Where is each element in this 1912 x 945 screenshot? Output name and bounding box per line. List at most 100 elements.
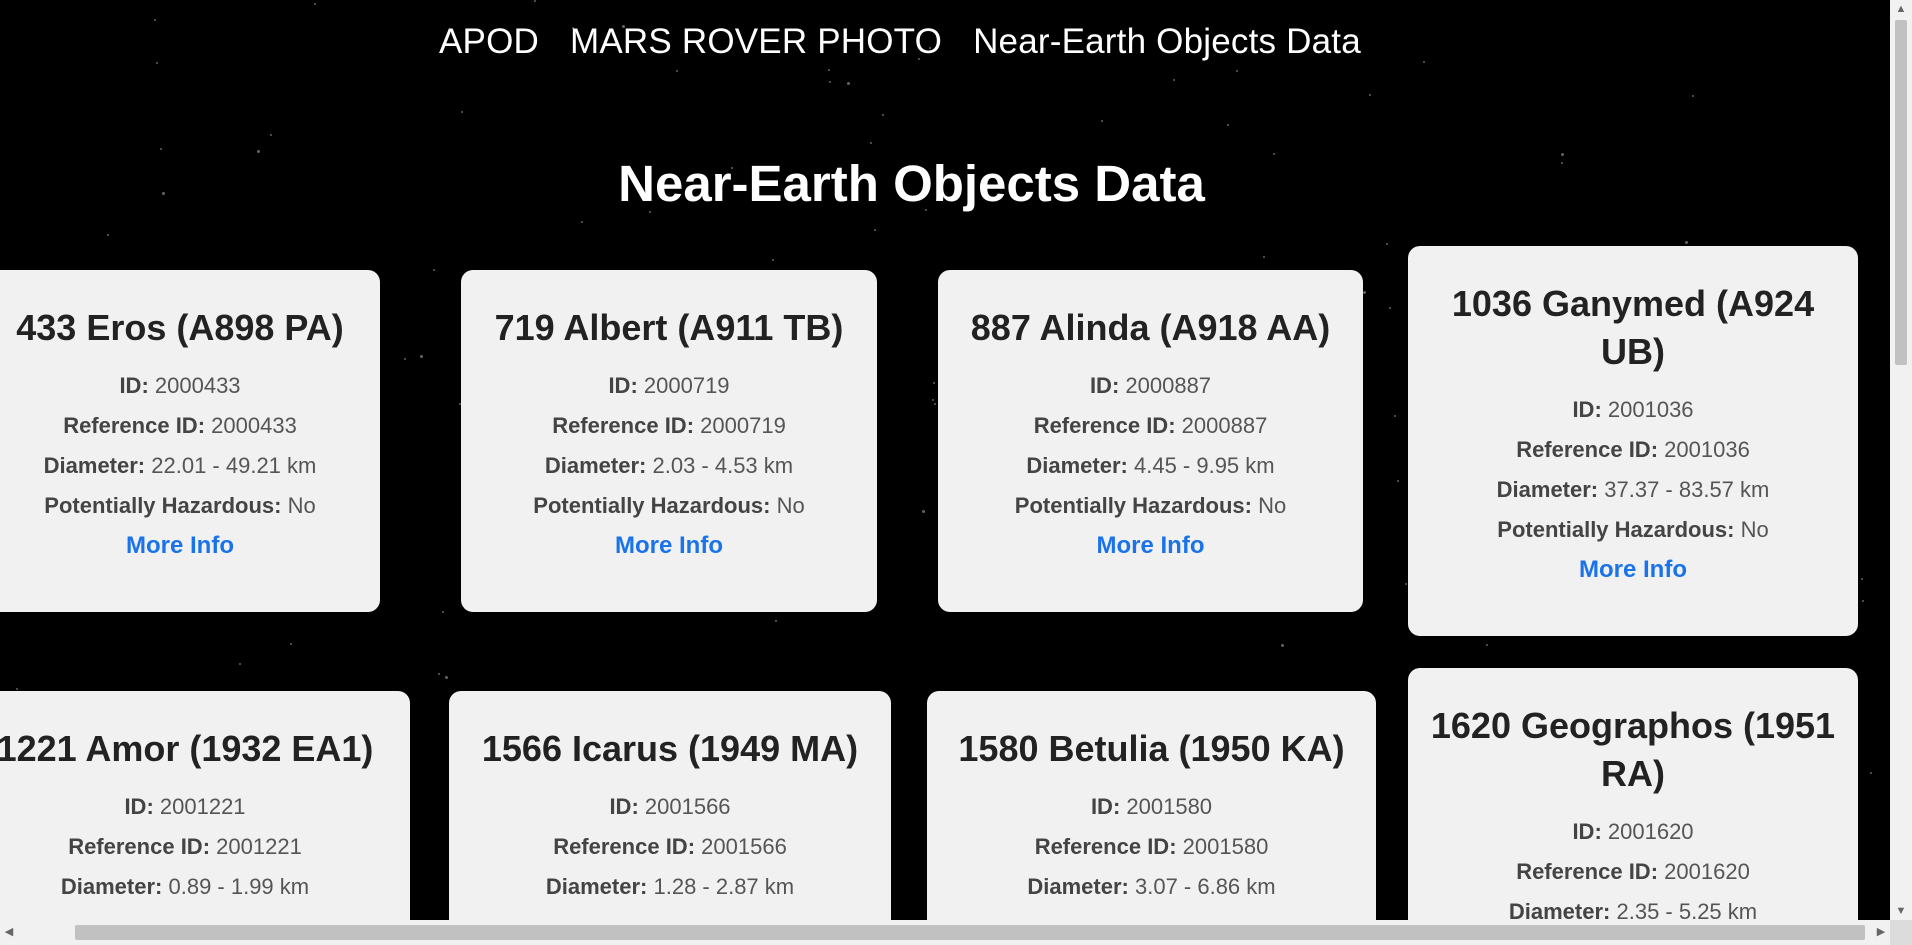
reference-id-row: Reference ID: 2000433 [0,406,362,446]
hazardous-row: Potentially Hazardous: No [1426,510,1840,550]
diameter-label: Diameter: [545,874,648,899]
star-dot [1173,78,1176,81]
diameter-label: Diameter: [1496,477,1599,502]
hazardous-row: Potentially Hazardous: No [479,486,859,526]
reference-id-label: Reference ID: [1034,834,1177,859]
hazardous-label: Potentially Hazardous: [44,493,282,518]
hazardous-label: Potentially Hazardous: [1497,517,1735,542]
star-dot [239,662,242,665]
nav-link-apod[interactable]: APOD [439,22,539,62]
reference-id-row: Reference ID: 2001221 [0,827,392,867]
neo-card: 1221 Amor (1932 EA1) ID: 2001221 Referen… [0,691,410,920]
star-dot [1684,240,1688,244]
more-info-link[interactable]: More Info [615,532,723,560]
star-dot [419,354,423,358]
reference-id-label: Reference ID: [553,834,696,859]
reference-id-row: Reference ID: 2000887 [956,406,1345,446]
nav-link-neo-data[interactable]: Near-Earth Objects Data [973,22,1361,62]
more-info-link[interactable]: More Info [1579,556,1687,584]
star-dot [772,258,775,261]
hazardous-label: Potentially Hazardous: [533,493,771,518]
hazardous-value: No [776,493,805,518]
star-dot [159,148,162,151]
hazardous-row: Potentially Hazardous: No [0,486,362,526]
diameter-row: Diameter: 4.45 - 9.95 km [956,446,1345,486]
star-dot [1368,93,1371,96]
reference-id-value: 2001221 [216,834,302,859]
id-row: ID: 2001620 [1426,812,1840,852]
id-value: 2001221 [159,794,246,819]
neo-card: 433 Eros (A898 PA) ID: 2000433 Reference… [0,270,380,612]
star-dot [932,399,935,402]
reference-id-value: 2000719 [700,413,786,438]
diameter-row: Diameter: 2.35 - 5.25 km [1426,892,1840,920]
star-dot [1227,123,1230,126]
star-dot [869,142,872,145]
neo-card: 887 Alinda (A918 AA) ID: 2000887 Referen… [938,270,1363,612]
star-dot [1386,242,1388,245]
star-dot [580,220,583,223]
top-nav: APOD MARS ROVER PHOTO Near-Earth Objects… [439,22,1361,62]
id-row: ID: 2000887 [956,366,1345,406]
star-dot [314,2,317,5]
star-dot [1235,69,1238,72]
diameter-label: Diameter: [60,874,163,899]
id-row: ID: 2000433 [0,366,362,406]
star-dot [881,113,884,116]
diameter-row: Diameter: 22.01 - 49.21 km [0,446,362,486]
scroll-right-arrow-icon[interactable]: ▶ [1872,920,1890,945]
vertical-scrollbar-thumb[interactable] [1895,20,1907,365]
reference-id-label: Reference ID: [1033,413,1176,438]
id-label: ID: [608,373,638,398]
star-dot [437,673,440,676]
id-label: ID: [1089,373,1120,398]
id-label: ID: [1572,819,1602,844]
diameter-row: Diameter: 3.07 - 6.86 km [945,867,1358,907]
id-value: 2001036 [1607,397,1694,422]
horizontal-scrollbar-thumb[interactable] [75,925,1865,940]
star-dot [1870,772,1873,774]
scroll-left-arrow-icon[interactable]: ◀ [0,920,18,945]
reference-id-row: Reference ID: 2000719 [479,406,859,446]
scroll-down-arrow-icon[interactable]: ▼ [1890,902,1912,920]
star-dot [846,82,850,86]
reference-id-label: Reference ID: [1516,437,1659,462]
neo-card: 1620 Geographos (1951 RA) ID: 2001620 Re… [1408,668,1858,920]
diameter-label: Diameter: [1027,874,1129,899]
star-dot [1263,255,1266,258]
star-dot [270,133,273,136]
id-row: ID: 2001566 [467,787,873,827]
more-info-link[interactable]: More Info [1097,532,1205,560]
star-dot [933,381,936,384]
star-dot [290,643,293,646]
scrollbar-corner [1890,920,1912,945]
reference-id-row: Reference ID: 2001036 [1426,430,1840,470]
star-dot [1394,415,1397,418]
neo-name: 887 Alinda (A918 AA) [970,307,1331,348]
diameter-value: 3.07 - 6.86 km [1134,874,1276,899]
id-label: ID: [1572,397,1602,422]
star-dot [432,269,435,272]
horizontal-scrollbar[interactable]: ◀ ▶ [0,920,1890,945]
diameter-value: 0.89 - 1.99 km [168,874,310,899]
neo-name: 1580 Betulia (1950 KA) [958,728,1345,769]
diameter-label: Diameter: [544,453,647,478]
neo-name: 719 Albert (A911 TB) [494,307,844,348]
nav-link-mars-rover-photo[interactable]: MARS ROVER PHOTO [570,22,942,62]
star-dot [15,688,18,691]
diameter-row: Diameter: 2.03 - 4.53 km [479,446,859,486]
reference-id-value: 2001036 [1664,437,1750,462]
reference-id-value: 2000433 [211,413,297,438]
vertical-scrollbar[interactable]: ▲ ▼ [1890,0,1912,920]
star-dot [441,611,444,614]
hazardous-value: No [287,493,316,518]
id-label: ID: [119,373,149,398]
star-dot [1100,119,1103,122]
diameter-value: 4.45 - 9.95 km [1133,453,1275,478]
star-dot [1423,60,1426,63]
neo-card: 1566 Icarus (1949 MA) ID: 2001566 Refere… [449,691,891,920]
id-value: 2001620 [1607,819,1694,844]
scroll-up-arrow-icon[interactable]: ▲ [1890,0,1912,18]
neo-name: 1566 Icarus (1949 MA) [481,728,859,769]
more-info-link[interactable]: More Info [126,532,234,560]
